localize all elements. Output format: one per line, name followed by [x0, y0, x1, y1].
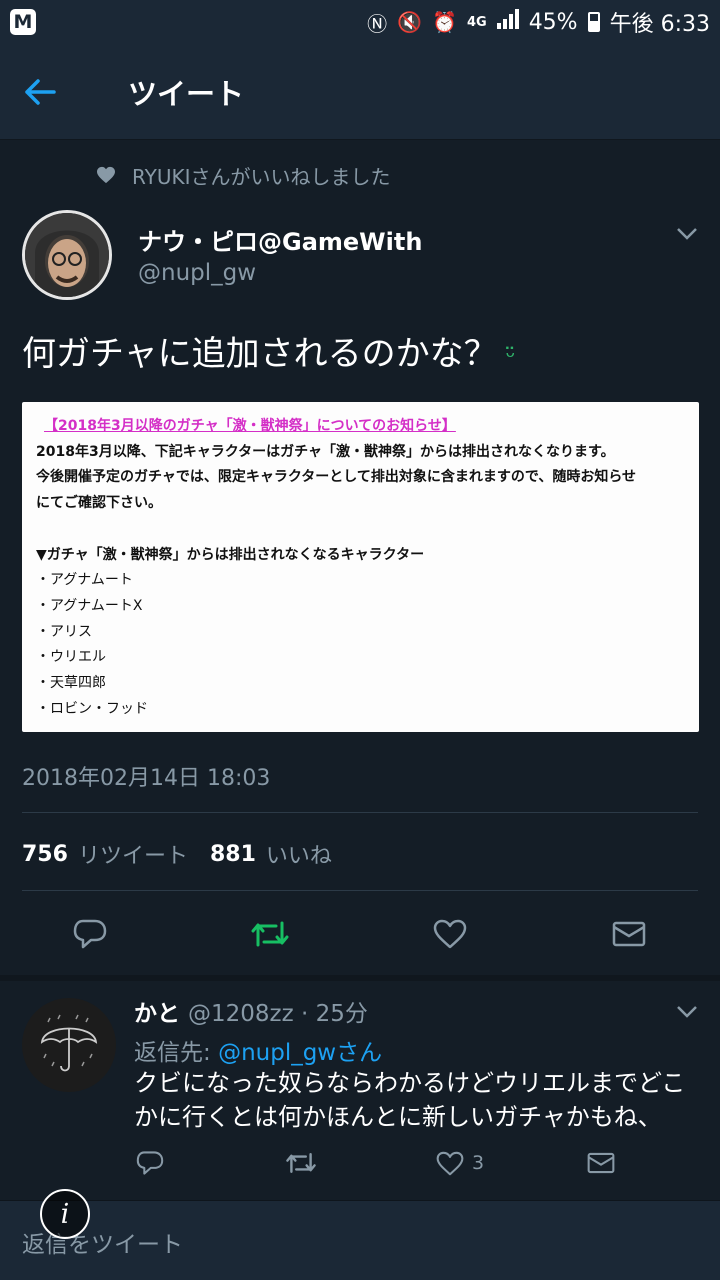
- reply-text: クビになった奴らならわかるけどウリエルまでどこかに行くとは何かほんとに新しいガチ…: [134, 1069, 686, 1131]
- status-bar: M Ⓝ 🔇 ⏰ 4G 45% 午後 6:33: [0, 0, 720, 44]
- chevron-down-icon: [677, 228, 697, 240]
- image-list-item: ・アリス: [36, 623, 92, 640]
- mute-icon: 🔇: [397, 10, 423, 34]
- reply-to-mention[interactable]: @nupl_gwさん: [218, 1040, 382, 1066]
- clock: 午後 6:33: [609, 12, 710, 37]
- umbrella-icon: [40, 1014, 98, 1072]
- image-line: 今後開催予定のガチャでは、限定キャラクターとして排出対象に含まれますので、随時お…: [36, 469, 637, 486]
- social-context[interactable]: RYUKIさんがいいねしました: [96, 160, 391, 190]
- avatar[interactable]: [22, 210, 112, 300]
- tweet-text-body: 何ガチャに追加されるのかな？: [22, 334, 498, 374]
- top-app-bar: ツイート: [0, 44, 720, 140]
- heart-icon: [433, 919, 467, 949]
- reply-reply-button[interactable]: [134, 1146, 166, 1180]
- reply-to: 返信先: @nupl_gwさん: [134, 1033, 382, 1067]
- like-button[interactable]: [430, 914, 470, 954]
- image-title: 【2018年3月以降のガチャ「激・獣神祭」についてのお知らせ】: [44, 418, 456, 434]
- reply-share-button[interactable]: [586, 1146, 616, 1180]
- share-button[interactable]: [609, 914, 649, 954]
- image-list-item: ・ロビン・フッド: [36, 700, 148, 717]
- retweet-label[interactable]: リツイート: [78, 838, 188, 870]
- retweet-icon: [286, 1153, 316, 1173]
- envelope-icon: [587, 1152, 615, 1174]
- image-list-item: ・アグナムートX: [36, 597, 143, 614]
- tweet-image[interactable]: 【2018年3月以降のガチャ「激・獣神祭」についてのお知らせ】 2018年3月以…: [22, 402, 699, 732]
- reply-icon: [136, 1151, 164, 1175]
- author-handle[interactable]: @nupl_gw: [138, 260, 256, 286]
- author-name[interactable]: ナウ・ピロ@GameWith: [138, 222, 422, 257]
- divider: [22, 812, 698, 813]
- tweet-menu-button[interactable]: [676, 226, 698, 245]
- signal-icon: [496, 9, 519, 35]
- battery-icon: [587, 12, 600, 32]
- network-type: 4G: [466, 14, 487, 30]
- reply-header: かと @1208zz · 25分: [134, 994, 368, 1028]
- like-count[interactable]: 881: [210, 842, 256, 867]
- social-context-text: RYUKIさんがいいねしました: [132, 164, 391, 189]
- image-line: 2018年3月以降、下記キャラクターはガチャ「激・獣神祭」からは排出されなくなり…: [36, 443, 615, 460]
- info-icon[interactable]: i: [40, 1189, 90, 1239]
- reply-icon: [73, 919, 107, 949]
- chevron-down-icon: [677, 1006, 697, 1018]
- reply-author-name[interactable]: かと: [134, 994, 180, 1028]
- image-line: にてご確認下さい。: [36, 495, 162, 512]
- retweet-button[interactable]: [250, 914, 290, 954]
- reply-like-count: 3: [472, 1152, 485, 1174]
- heart-icon: [436, 1151, 464, 1175]
- like-label[interactable]: いいね: [266, 838, 332, 870]
- tweet-actions: [0, 900, 720, 966]
- image-list-item: ・アグナムート: [36, 572, 133, 589]
- battery-percent: 45%: [528, 9, 578, 35]
- reply-button[interactable]: [70, 914, 110, 954]
- reply-to-prefix: 返信先:: [134, 1040, 219, 1066]
- reply-menu-button[interactable]: [676, 1004, 698, 1023]
- emoji: ᵕ̈: [505, 343, 516, 371]
- retweet-icon: [251, 921, 289, 947]
- reply-compose-bar[interactable]: 返信をツイート: [0, 1200, 720, 1280]
- image-spacer: [36, 517, 687, 543]
- retweet-count[interactable]: 756: [22, 842, 68, 867]
- profile-photo: [25, 213, 109, 297]
- engagement-stats: 756 リツイート 881 いいね: [22, 838, 332, 870]
- reply-actions: 3: [0, 1142, 720, 1186]
- tweet-text: 何ガチャに追加されるのかな？ ᵕ̈: [22, 326, 516, 375]
- tweet-timestamp: 2018年02月14日 18:03: [22, 766, 271, 791]
- heart-icon: [97, 166, 115, 184]
- status-icons: Ⓝ 🔇 ⏰ 4G 45% 午後 6:33: [367, 6, 710, 38]
- reply-like-button[interactable]: 3: [436, 1146, 484, 1180]
- reply-retweet-button[interactable]: [284, 1146, 318, 1180]
- section-divider: [0, 975, 720, 981]
- page-title: ツイート: [128, 76, 245, 111]
- back-button[interactable]: [0, 44, 80, 140]
- reply-avatar[interactable]: [22, 998, 116, 1092]
- image-list-item: ・ウリエル: [36, 649, 106, 666]
- app-notification-icon: M: [10, 9, 36, 35]
- image-list-item: ・天草四郎: [36, 675, 106, 692]
- arrow-left-icon: [25, 78, 56, 105]
- image-list-heading: ▼ガチャ「激・獣神祭」からは排出されなくなるキャラクター: [36, 546, 425, 563]
- divider: [22, 890, 698, 891]
- nfc-icon: Ⓝ: [367, 11, 388, 36]
- alarm-icon: ⏰: [432, 10, 457, 34]
- reply-meta: @1208zz · 25分: [188, 1001, 368, 1027]
- envelope-icon: [612, 921, 646, 947]
